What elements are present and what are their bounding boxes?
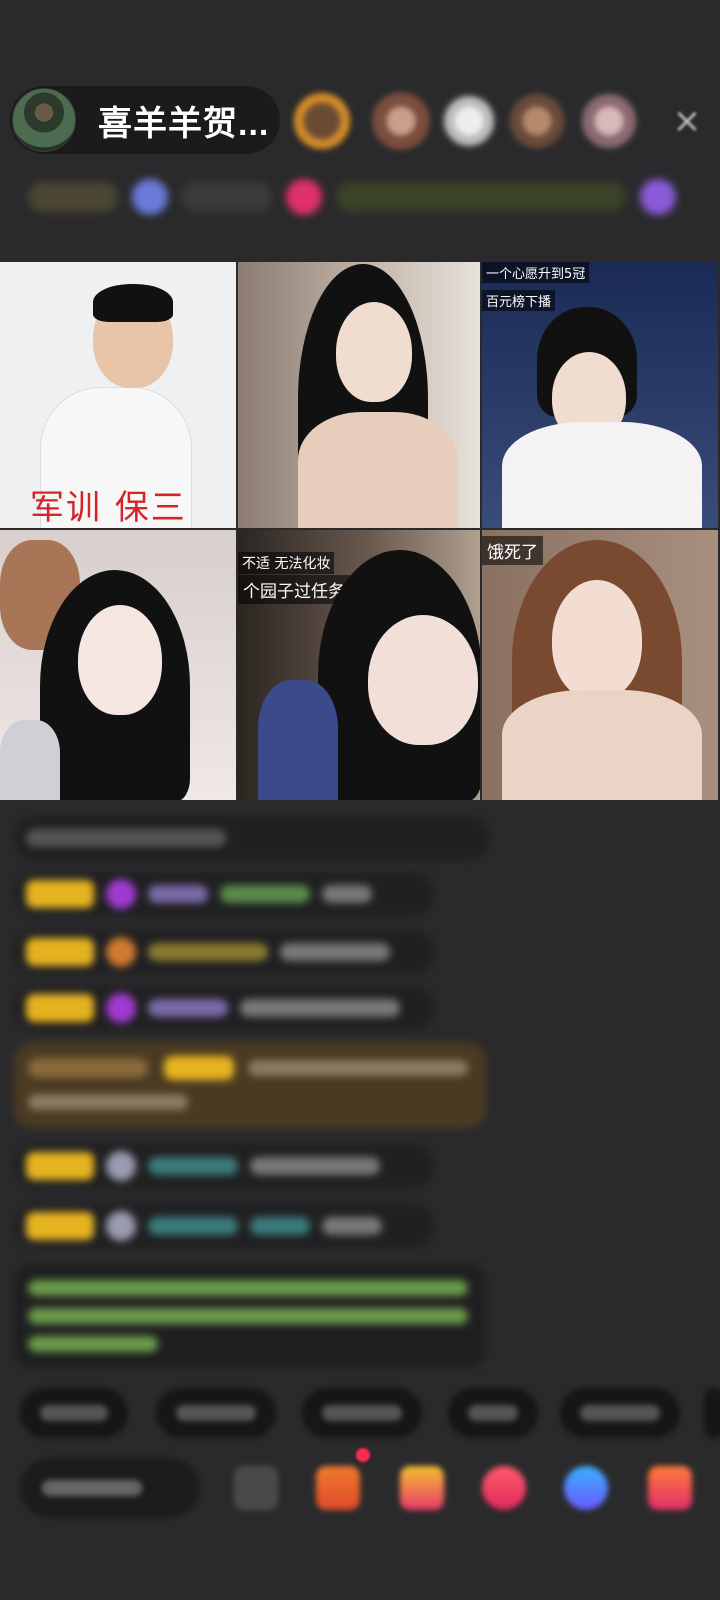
quick-reply-chip[interactable] <box>704 1388 720 1438</box>
chat-highlight-message[interactable] <box>14 1042 486 1128</box>
level-badge <box>26 1212 94 1240</box>
notification-dot <box>356 1448 370 1462</box>
quick-reply-chip[interactable] <box>448 1388 538 1438</box>
info-chip <box>28 182 118 212</box>
emoji-icon[interactable] <box>234 1466 278 1510</box>
live-info-bar[interactable] <box>28 176 698 218</box>
video-caption-sub: 百元榜下播 <box>482 290 556 311</box>
chat-message[interactable] <box>14 872 434 916</box>
video-tile-2[interactable] <box>238 262 482 530</box>
video-caption-sub: 个园子过任务 <box>238 575 350 604</box>
viewer-avatar-1[interactable] <box>290 89 354 153</box>
chat-message[interactable] <box>14 1204 434 1248</box>
host-name: 喜羊羊贺... <box>98 104 270 143</box>
viewer-avatar-5[interactable] <box>580 92 638 150</box>
video-tile-1[interactable]: 军训 保三 <box>0 262 238 530</box>
video-tile-3[interactable]: 一个心愿升到5冠 百元榜下播 <box>482 262 720 530</box>
video-tile-6[interactable]: 饿死了 <box>482 530 720 802</box>
treasure-icon[interactable] <box>400 1466 444 1510</box>
video-caption-top: 一个心愿升到5冠 <box>482 262 590 283</box>
chat-message[interactable] <box>14 986 434 1030</box>
level-badge <box>26 1152 94 1180</box>
chat-system-message <box>14 816 490 860</box>
heart-icon[interactable] <box>482 1466 526 1510</box>
video-tile-4[interactable] <box>0 530 238 802</box>
level-badge <box>26 938 94 966</box>
chat-message[interactable] <box>14 930 434 974</box>
level-badge <box>26 994 94 1022</box>
info-chip <box>336 182 626 212</box>
bottom-bar <box>0 1452 720 1528</box>
video-caption-top: 不适 无法化妆 <box>238 552 335 574</box>
chat-notice-message <box>14 1264 486 1368</box>
quick-reply-chip[interactable] <box>20 1388 128 1438</box>
game-icon[interactable] <box>564 1466 608 1510</box>
video-tile-5[interactable]: 不适 无法化妆 个园子过任务 <box>238 530 482 802</box>
avatar-icon <box>106 1211 136 1241</box>
avatar-icon <box>106 1151 136 1181</box>
quick-reply-chip[interactable] <box>560 1388 680 1438</box>
video-caption-top: 饿死了 <box>482 536 543 565</box>
viewer-avatar-2[interactable] <box>372 92 430 150</box>
gift-icon <box>640 179 676 215</box>
chat-message[interactable] <box>14 1144 434 1188</box>
quick-reply-chip[interactable] <box>302 1388 422 1438</box>
host-avatar[interactable] <box>12 88 76 152</box>
info-chip <box>182 182 272 212</box>
video-caption: 军训 保三 <box>30 488 187 528</box>
hot-icon <box>286 179 322 215</box>
quick-reply-chip[interactable] <box>156 1388 276 1438</box>
gift-icon[interactable] <box>648 1466 692 1510</box>
quick-reply-row <box>20 1388 720 1438</box>
video-grid: 军训 保三 一个心愿升到5冠 百元榜下播 不适 无法化妆 个园子过任务 饿死了 <box>0 262 720 802</box>
level-badge <box>26 880 94 908</box>
viewer-avatar-4[interactable] <box>508 92 566 150</box>
gem-icon <box>132 179 168 215</box>
gem-icon <box>106 993 136 1023</box>
gift-box-icon[interactable] <box>316 1466 360 1510</box>
gem-icon <box>106 879 136 909</box>
viewer-avatar-3[interactable] <box>440 92 498 150</box>
chat-input[interactable] <box>20 1458 200 1518</box>
close-icon[interactable]: × <box>670 104 704 138</box>
avatar-icon <box>106 937 136 967</box>
host-info-pill[interactable]: 喜羊羊贺... <box>10 86 280 154</box>
